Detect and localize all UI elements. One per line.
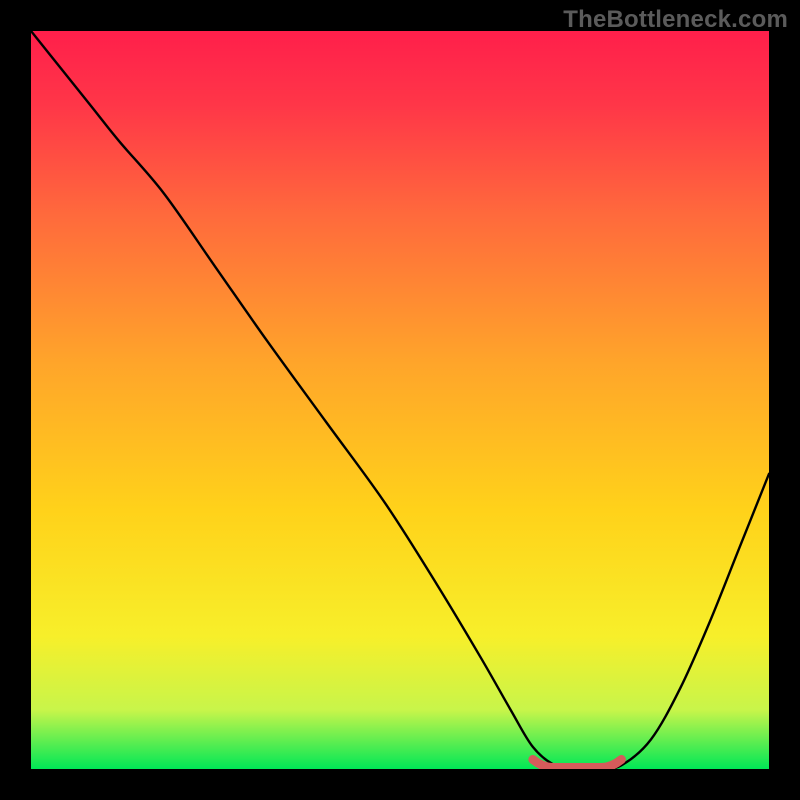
bottleneck-chart: [31, 31, 769, 769]
watermark-text: TheBottleneck.com: [563, 6, 788, 34]
chart-frame: TheBottleneck.com: [0, 0, 800, 800]
plot-area: [31, 31, 769, 769]
gradient-background: [31, 31, 769, 769]
